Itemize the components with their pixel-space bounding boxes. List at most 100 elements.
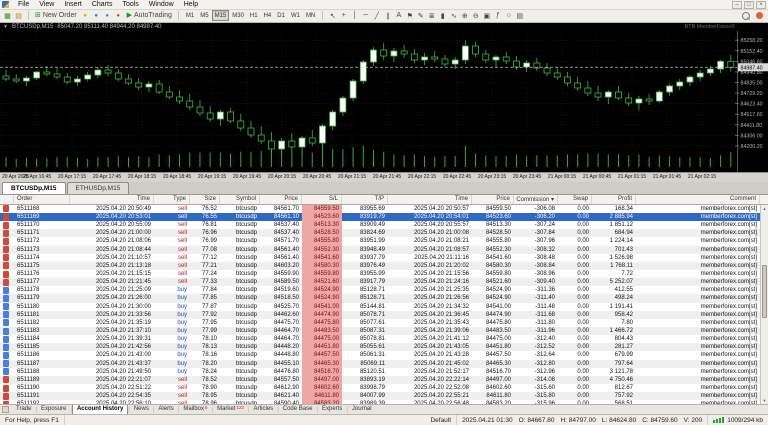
table-row[interactable]: 65111772025.04.20 21:21:45sell77.33btcus…: [0, 278, 768, 286]
table-row[interactable]: 65111742025.04.20 21:10:57sell77.12btcus…: [0, 254, 768, 262]
vertical-line-icon[interactable]: │: [349, 10, 360, 21]
column-header-price[interactable]: Price: [260, 195, 302, 204]
tab-alerts[interactable]: Alerts: [154, 405, 177, 414]
column-header-time[interactable]: Time: [388, 195, 472, 204]
indicators-icon[interactable]: ƒ: [492, 10, 503, 21]
chat-icon[interactable]: ●: [113, 10, 124, 21]
table-row[interactable]: 65111812025.04.20 21:33:56buy77.92btcusd…: [0, 311, 768, 319]
table-row[interactable]: 65111882025.04.20 21:49:50buy78.24btcusd…: [0, 368, 768, 376]
tab-mailbox[interactable]: Mailbox6: [179, 405, 211, 414]
web-icon[interactable]: ●: [102, 10, 113, 21]
text-icon[interactable]: A: [393, 10, 404, 21]
minimize-button[interactable]: –: [732, 1, 742, 9]
tab-market[interactable]: Market122: [213, 405, 248, 414]
label-flag-icon[interactable]: ⚑: [404, 10, 415, 21]
table-row[interactable]: 65111842025.04.20 21:39:31buy78.10btcusd…: [0, 335, 768, 343]
column-header-type[interactable]: Type: [154, 195, 190, 204]
timeframe-w1-button[interactable]: W1: [288, 10, 303, 21]
column-header-comment[interactable]: Comment: [636, 195, 760, 204]
scroll-down-icon[interactable]: ▼: [761, 397, 768, 404]
chart-bars-icon[interactable]: ≣: [426, 10, 437, 21]
tab-account-history[interactable]: Account History: [72, 405, 128, 415]
new-chart-button[interactable]: ▦: [2, 10, 13, 21]
tab-journal[interactable]: Journal: [348, 405, 376, 414]
table-row[interactable]: 65111692025.04.20 20:53:01sell76.55btcus…: [0, 213, 768, 221]
menu-window[interactable]: Window: [144, 0, 179, 10]
column-header-swap[interactable]: Swap: [558, 195, 592, 204]
table-row[interactable]: 65111872025.04.20 21:43:37buy78.20btcusd…: [0, 360, 768, 368]
menu-help[interactable]: Help: [179, 0, 203, 10]
tab-experts[interactable]: Experts: [318, 405, 346, 414]
column-header-profit[interactable]: Profit: [592, 195, 636, 204]
tab-exposure[interactable]: Exposure: [37, 405, 70, 414]
table-row[interactable]: 65111782025.04.20 21:25:09buy77.84btcusd…: [0, 286, 768, 294]
trendline-icon[interactable]: ╱: [371, 10, 382, 21]
column-header-icon[interactable]: [0, 195, 14, 204]
toolbox-dock-icon[interactable]: [2, 406, 9, 413]
chart-menu-icon[interactable]: ▼: [3, 24, 8, 30]
chart-canvas[interactable]: 85258.2085152.4085046.6084940.8084835.00…: [0, 31, 768, 172]
column-header-price[interactable]: Price: [472, 195, 514, 204]
zoom-out-icon[interactable]: ⊖: [470, 10, 481, 21]
table-row[interactable]: 65111702025.04.20 20:55:09sell76.81btcus…: [0, 221, 768, 229]
menu-tools[interactable]: Tools: [117, 0, 143, 10]
autotrading-button[interactable]: ▶ AutoTrading: [125, 10, 174, 21]
column-header-commission[interactable]: Commission ▾: [514, 195, 558, 204]
column-header-order[interactable]: Order: [14, 195, 70, 204]
table-row[interactable]: 65111912025.04.20 22:54:35sell78.95btcus…: [0, 392, 768, 400]
chart-title-bar[interactable]: ▼ BTCUSDp,M15 85047.20 85111.40 84944.20…: [0, 23, 768, 31]
table-row[interactable]: 65111922025.04.20 22:56:10sell78.96btcus…: [0, 400, 768, 404]
menu-insert[interactable]: Insert: [59, 0, 87, 10]
table-row[interactable]: 65111792025.04.20 21:26:00buy77.85btcusd…: [0, 294, 768, 302]
column-header-sl[interactable]: S/L: [302, 195, 342, 204]
table-row[interactable]: 65111752025.04.20 21:13:18sell77.21btcus…: [0, 262, 768, 270]
chart-line-icon[interactable]: ∿: [448, 10, 459, 21]
zoom-in-icon[interactable]: ⊕: [459, 10, 470, 21]
notification-icon[interactable]: [756, 12, 763, 19]
chart-tab-ethusdp[interactable]: ETHUSDp,M15: [67, 182, 130, 194]
timeframe-mn-button[interactable]: MN: [303, 10, 318, 21]
timeframe-m1-button[interactable]: M1: [183, 10, 197, 21]
timeframe-d1-button[interactable]: D1: [274, 10, 288, 21]
table-row[interactable]: 65111732025.04.20 21:08:44sell77.08btcus…: [0, 246, 768, 254]
timeframe-m15-button[interactable]: M15: [212, 10, 230, 21]
column-header-size[interactable]: Size: [190, 195, 220, 204]
column-header-time[interactable]: Time: [70, 195, 154, 204]
tab-trade[interactable]: Trade: [12, 405, 35, 414]
table-scrollbar[interactable]: ▲ ▼: [760, 205, 768, 404]
scrollbar-thumb[interactable]: [762, 265, 767, 319]
profile-selector[interactable]: Default: [425, 415, 457, 425]
table-row[interactable]: 65111802025.04.20 21:30:00buy77.87btcusd…: [0, 303, 768, 311]
search-button[interactable]: [740, 10, 752, 21]
tab-articles[interactable]: Articles: [250, 405, 278, 414]
tab-news[interactable]: News: [130, 405, 153, 414]
close-button[interactable]: ×: [756, 1, 766, 9]
table-row[interactable]: 65111682025.04.20 20:50:49sell76.52btcus…: [0, 205, 768, 213]
table-row[interactable]: 65111822025.04.20 21:35:19buy77.95btcusd…: [0, 319, 768, 327]
draw-icon[interactable]: ✎: [415, 10, 426, 21]
scroll-up-icon[interactable]: ▲: [761, 205, 768, 212]
table-row[interactable]: 65111712025.04.20 21:00:00sell76.96btcus…: [0, 229, 768, 237]
crosshair-icon[interactable]: +: [338, 10, 349, 21]
restore-button[interactable]: □: [744, 1, 754, 9]
table-row[interactable]: 65111902025.04.20 22:51:22sell78.90btcus…: [0, 384, 768, 392]
table-row[interactable]: 65111852025.04.20 21:42:56buy78.13btcusd…: [0, 343, 768, 351]
objects-icon[interactable]: ○: [503, 10, 514, 21]
tab-code-base[interactable]: Code Base: [279, 405, 317, 414]
community-icon[interactable]: ●: [91, 10, 102, 21]
profiles-button[interactable]: ▤: [13, 10, 24, 21]
cursor-icon[interactable]: ↖: [327, 10, 338, 21]
table-row[interactable]: 65111722025.04.20 21:08:06sell76.99btcus…: [0, 237, 768, 245]
menu-file[interactable]: File: [13, 0, 34, 10]
toolbox-icon[interactable]: ●: [80, 10, 91, 21]
horizontal-line-icon[interactable]: ─: [360, 10, 371, 21]
templates-icon[interactable]: ▤: [514, 10, 525, 21]
menu-view[interactable]: View: [34, 0, 59, 10]
timeframe-h1-button[interactable]: H1: [247, 10, 261, 21]
tile-windows-icon[interactable]: ▣: [481, 10, 492, 21]
chart-tab-btcusdp[interactable]: BTCUSDp,M15: [2, 182, 66, 194]
column-header-tp[interactable]: T/P: [342, 195, 388, 204]
new-order-button[interactable]: ⊞ New Order: [33, 10, 79, 21]
table-row[interactable]: 65111832025.04.20 21:37:10buy77.99btcusd…: [0, 327, 768, 335]
time-axis[interactable]: 20 Apr 202520 Apr 16:4520 Apr 17:1520 Ap…: [0, 172, 768, 182]
